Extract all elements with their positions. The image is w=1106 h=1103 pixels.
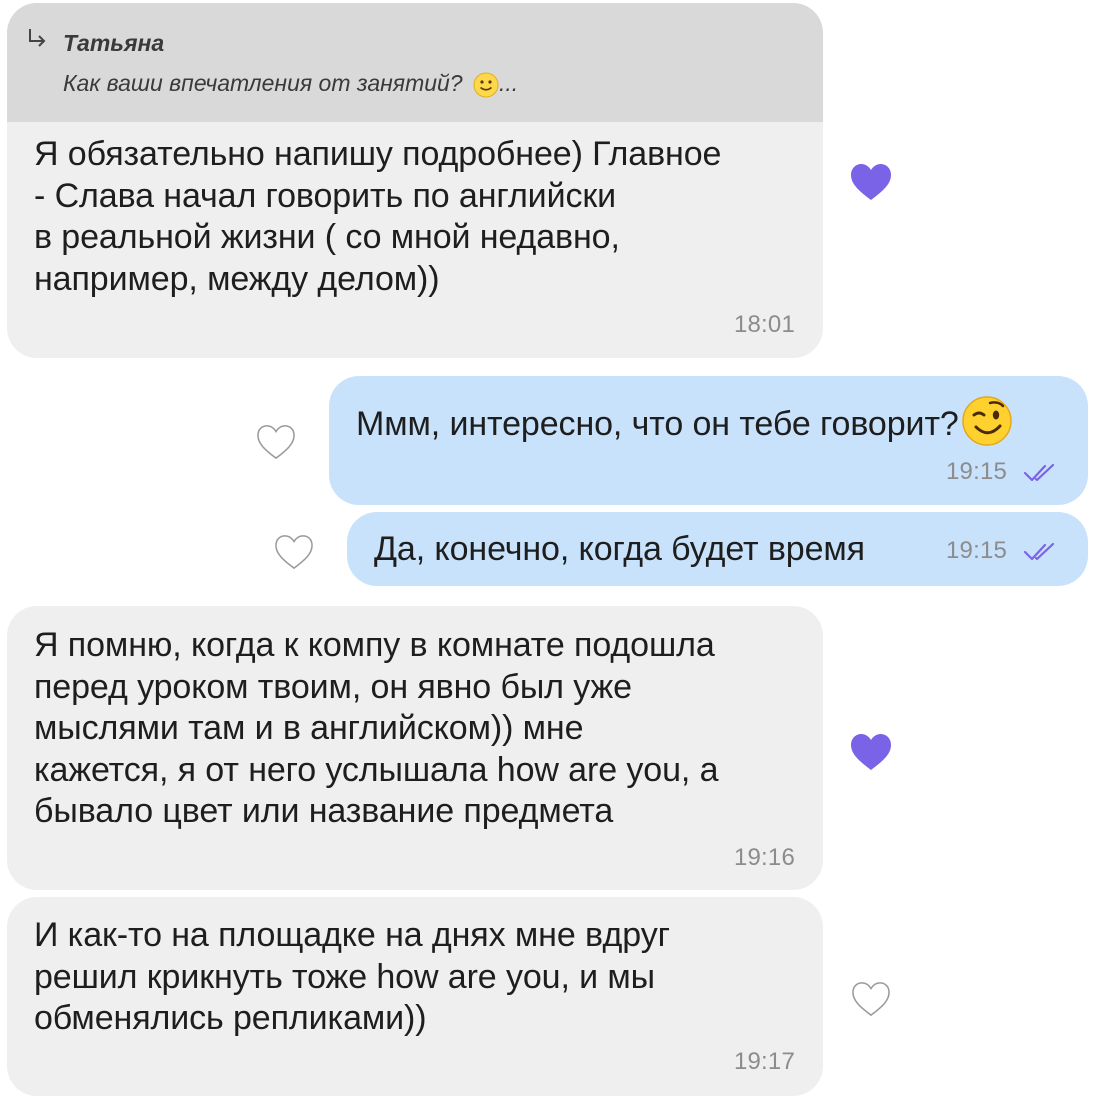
message-text: Я помню, когда к компу в комнате подошла…	[34, 626, 719, 830]
slightly-smiling-face-icon	[473, 72, 499, 98]
double-check-icon	[1023, 463, 1055, 482]
message-incoming-2[interactable]: Я помню, когда к компу в комнате подошла…	[7, 606, 823, 890]
message-text: Ммм, интересно, что он тебе говорит?	[356, 405, 959, 443]
message-time: 19:15	[946, 537, 1008, 564]
reply-arrow-icon	[29, 29, 46, 47]
message-text: Да, конечно, когда будет время	[374, 530, 865, 568]
message-time: 18:01	[733, 311, 795, 338]
message-time: 19:17	[733, 1048, 795, 1075]
heart-filled-icon[interactable]	[849, 162, 893, 202]
heart-filled-icon[interactable]	[849, 732, 893, 772]
message-outgoing-2[interactable]: Да, конечно, когда будет время 19:15	[347, 512, 1088, 586]
message-incoming-3[interactable]: И как-то на площадке на днях мне вдруг р…	[7, 897, 823, 1096]
reply-ellipsis: ...	[499, 70, 519, 96]
message-text-row: Ммм, интересно, что он тебе говорит?	[356, 396, 1013, 447]
message-time: 19:16	[733, 844, 795, 871]
reply-text: Как ваши впечатления от занятий? ...	[63, 70, 518, 98]
message-text: Я обязательно напишу подробнее) Главное …	[34, 135, 722, 298]
reply-quote[interactable]: Татьяна Как ваши впечатления от занятий?…	[7, 3, 823, 122]
heart-outline-icon[interactable]	[850, 980, 892, 1018]
reply-author: Татьяна	[63, 30, 165, 56]
message-incoming-1[interactable]: Татьяна Как ваши впечатления от занятий?…	[7, 3, 823, 358]
message-time: 19:15	[946, 458, 1008, 485]
heart-outline-icon[interactable]	[273, 533, 315, 571]
heart-outline-icon[interactable]	[255, 423, 297, 461]
double-check-icon	[1023, 542, 1055, 561]
message-text: И как-то на площадке на днях мне вдруг р…	[34, 916, 670, 1037]
reply-text-body: Как ваши впечатления от занятий?	[63, 70, 463, 96]
message-outgoing-1[interactable]: Ммм, интересно, что он тебе говорит? 19:…	[329, 376, 1088, 505]
winking-face-icon	[961, 396, 1012, 446]
